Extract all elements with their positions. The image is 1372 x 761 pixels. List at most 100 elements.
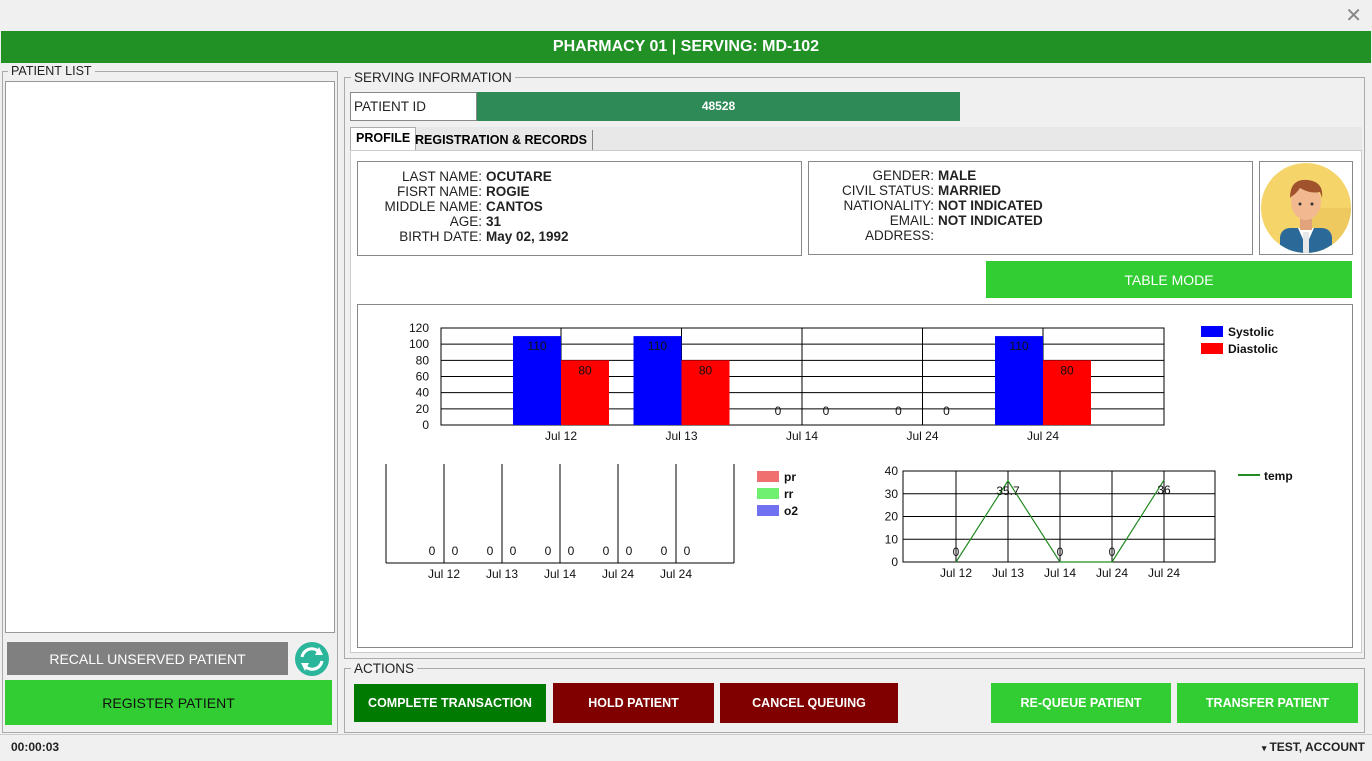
cancel-queuing-button[interactable]: CANCEL QUEUING (720, 683, 898, 723)
first-name-label: FISRT NAME: (396, 184, 482, 199)
temp-data-label: 0 (1057, 545, 1064, 559)
bp-data-label: 80 (1060, 363, 1074, 377)
bp-data-label: 0 (943, 404, 950, 418)
session-timer: 00:00:03 (11, 740, 60, 754)
user-avatar-icon (1259, 161, 1353, 255)
first-name-value: ROGIE (486, 184, 530, 199)
close-icon[interactable]: ✕ (1345, 4, 1362, 26)
table-mode-button[interactable]: TABLE MODE (986, 261, 1352, 298)
register-patient-button[interactable]: REGISTER PATIENT (5, 680, 332, 725)
bp-y-tick-label: 20 (416, 402, 430, 416)
chevron-down-icon: ▾ (1261, 743, 1267, 753)
age-label: AGE: (449, 214, 482, 229)
rate-data-label: 0 (661, 544, 668, 558)
bp-x-tick-label: Jul 24 (1027, 429, 1059, 443)
temp-x-tick-label: Jul 12 (940, 566, 972, 580)
bp-x-tick-label: Jul 24 (906, 429, 938, 443)
rate-legend-swatch-pr (757, 471, 779, 482)
account-name: TEST, ACCOUNT (1269, 740, 1365, 754)
bp-x-tick-label: Jul 12 (545, 429, 577, 443)
patient-id-value: 48528 (477, 92, 960, 121)
rate-data-label: 0 (545, 544, 552, 558)
account-menu[interactable]: ▾ TEST, ACCOUNT (1262, 740, 1365, 754)
bp-data-label: 110 (648, 339, 667, 353)
tab-registration-records[interactable]: REGISTRATION & RECORDS (410, 130, 593, 150)
blood-pressure-chart: 02040608010012011080Jul 1211080Jul 130 0J… (409, 321, 1278, 443)
temp-y-tick-label: 30 (885, 487, 899, 501)
bp-y-tick-label: 40 (416, 386, 430, 400)
recall-unserved-button[interactable]: RECALL UNSERVED PATIENT (7, 642, 288, 675)
civil-status-label: CIVIL STATUS: (841, 183, 934, 198)
page-title: PHARMACY 01 | SERVING: MD-102 (1, 31, 1371, 63)
bp-y-tick-label: 0 (422, 418, 429, 432)
rate-x-tick-label: Jul 24 (660, 567, 692, 581)
rate-x-tick-label: Jul 12 (428, 567, 460, 581)
profile-right-values: MALE MARRIED NOT INDICATED NOT INDICATED (938, 168, 1238, 243)
actions-legend: ACTIONS (351, 662, 418, 675)
address-value (938, 228, 1238, 243)
temp-y-tick-label: 40 (885, 464, 899, 478)
last-name-value: OCUTARE (486, 169, 552, 184)
window-titlebar (0, 0, 1372, 31)
rate-data-label: 0 (510, 544, 517, 558)
last-name-label: LAST NAME: (401, 169, 482, 184)
rate-legend-label-o2: o2 (784, 504, 798, 518)
patient-list-legend: PATIENT LIST (8, 65, 95, 78)
patient-id-label: PATIENT ID (350, 92, 477, 121)
bp-y-tick-label: 80 (416, 353, 430, 367)
patient-list[interactable] (5, 81, 335, 633)
tab-profile[interactable]: PROFILE (350, 127, 417, 150)
rate-data-label: 0 (603, 544, 610, 558)
temp-legend-label: temp (1264, 469, 1293, 483)
temp-data-label: 36 (1157, 483, 1171, 497)
temperature-chart: 0 10 20 30 40 Jul 12 Jul 13 Jul 14 Jul 24 Jul 24 0… (885, 464, 1293, 580)
temp-y-tick-label: 20 (885, 510, 899, 524)
bp-legend-swatch-diastolic (1201, 343, 1223, 354)
temp-y-tick-label: 10 (885, 532, 899, 546)
middle-name-label: MIDDLE NAME: (384, 199, 482, 214)
rate-data-label: 0 (684, 544, 691, 558)
temp-data-label: 0 (1109, 545, 1116, 559)
bp-data-label: 110 (1009, 339, 1028, 353)
complete-transaction-button[interactable]: COMPLETE TRANSACTION (354, 684, 546, 722)
rate-legend-label-rr: rr (784, 487, 794, 501)
age-value: 31 (486, 214, 502, 229)
rate-legend-swatch-o2 (757, 505, 779, 516)
bp-legend-label-systolic: Systolic (1228, 325, 1274, 339)
rate-data-label: 0 (452, 544, 459, 558)
vitals-rate-chart: Jul 12 0 0 Jul 13 0 0 Jul 14 0 0 Jul 24 0 0 Jul 24 0 0… (385, 464, 798, 581)
rate-data-label: 0 (487, 544, 494, 558)
requeue-patient-button[interactable]: RE-QUEUE PATIENT (991, 683, 1171, 723)
rate-legend-label-pr: pr (784, 470, 796, 484)
bp-data-label: 0 (775, 404, 782, 418)
temp-x-tick-label: Jul 13 (992, 566, 1024, 580)
bp-y-tick-label: 60 (416, 370, 430, 384)
refresh-icon[interactable] (292, 641, 333, 677)
rate-data-label: 0 (626, 544, 633, 558)
profile-left-labels: LAST NAME: FISRT NAME: MIDDLE NAME: AGE:… (360, 169, 482, 244)
nationality-label: NATIONALITY: (843, 198, 934, 213)
birth-date-label: BIRTH DATE: (399, 229, 482, 244)
bp-y-tick-label: 120 (409, 321, 429, 335)
address-label: ADDRESS: (864, 228, 934, 243)
rate-x-tick-label: Jul 13 (486, 567, 518, 581)
hold-patient-button[interactable]: HOLD PATIENT (553, 683, 714, 723)
temp-y-tick-label: 0 (891, 555, 898, 569)
rate-legend-swatch-rr (757, 488, 779, 499)
bp-legend-swatch-systolic (1201, 326, 1223, 337)
civil-status-value: MARRIED (938, 183, 1001, 198)
nationality-value: NOT INDICATED (938, 198, 1043, 213)
bp-x-tick-label: Jul 14 (786, 429, 818, 443)
bp-legend-label-diastolic: Diastolic (1228, 342, 1278, 356)
email-value: NOT INDICATED (938, 213, 1043, 228)
rate-x-tick-label: Jul 24 (602, 567, 634, 581)
gender-label: GENDER: (872, 168, 934, 183)
temp-x-tick-label: Jul 14 (1044, 566, 1076, 580)
bp-y-tick-label: 100 (409, 337, 429, 351)
profile-left-values: OCUTARE ROGIE CANTOS 31 May 02, 1992 (486, 169, 786, 244)
bp-x-tick-label: Jul 13 (665, 429, 697, 443)
transfer-patient-button[interactable]: TRANSFER PATIENT (1177, 683, 1358, 723)
temp-x-tick-label: Jul 24 (1148, 566, 1180, 580)
middle-name-value: CANTOS (486, 199, 543, 214)
temp-data-label: 0 (953, 545, 960, 559)
